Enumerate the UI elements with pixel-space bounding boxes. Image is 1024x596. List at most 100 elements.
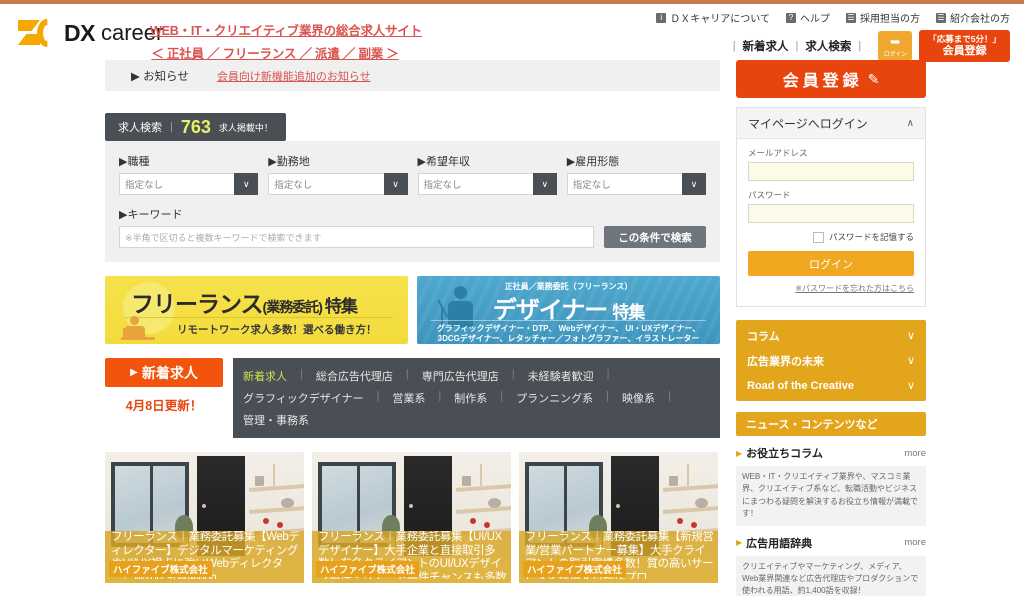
tag-divider: | (511, 368, 515, 380)
remember-password-row[interactable]: パスワードを記憶する (748, 231, 914, 243)
news-more-link[interactable]: more (904, 537, 926, 548)
register-button[interactable]: 「応募まで5分！」 会員登録 (919, 30, 1010, 63)
filter-label-salary: ▶希望年収 (418, 153, 557, 169)
banner-freelance[interactable]: フリーランス(業務委託) 特集 リモートワーク求人多数！選べる働き方！ (105, 276, 408, 344)
filter-triangle-icon: ▶ (268, 156, 277, 168)
password-field[interactable] (748, 204, 914, 223)
job-tag-sales[interactable]: 営業系 (392, 387, 425, 409)
tag-divider: | (438, 390, 442, 402)
filter-employment-type: ▶雇用形態 指定なし ∨ (566, 153, 706, 195)
search-submit-button[interactable]: この条件で検索 (604, 226, 706, 248)
nav-separator: | (732, 40, 736, 53)
news-item-ad-glossary: ▶ 広告用語辞典 more クリエイティブやマーケティング、メディア、Web業界… (736, 535, 926, 596)
job-tag-video[interactable]: 映像系 (622, 387, 655, 409)
job-card[interactable]: フリーランス｜業務委託募集【Webディレクター】デジタルマーケティングやUI/U… (105, 452, 304, 583)
notice-bar: ▶ お知らせ 会員向け新機能追加のお知らせ (105, 60, 720, 91)
login-panel-title: マイページへログイン (748, 116, 868, 131)
accordion-item-column[interactable]: コラム ∨ (736, 323, 926, 348)
notice-link[interactable]: 会員向け新機能追加のお知らせ (217, 68, 371, 84)
news-item-title: 広告用語辞典 (746, 537, 813, 550)
filter-label-text: 雇用形態 (575, 156, 620, 168)
remember-password-label: パスワードを記憶する (828, 232, 914, 242)
utility-label-agency: 紹介会社の方 (950, 14, 1010, 25)
new-jobs-update-date: 4月8日更新！ (105, 395, 223, 414)
chevron-down-icon: ∨ (682, 173, 706, 195)
chevron-down-icon: ∨ (234, 173, 259, 195)
site-logo[interactable]: DX career (18, 18, 163, 48)
job-tag-production[interactable]: 制作系 (454, 387, 487, 409)
filter-label-text: 勤務地 (276, 156, 310, 168)
news-more-link[interactable]: more (904, 448, 926, 459)
new-jobs-button[interactable]: ▶ 新着求人 (105, 358, 223, 387)
play-triangle-icon: ▶ (130, 367, 138, 378)
login-button[interactable]: ➥ ログイン (878, 31, 913, 62)
register-button-sublabel: 「応募まで5分！」 (928, 34, 1001, 44)
utility-link-help[interactable]: ? ヘルプ (786, 10, 830, 25)
chevron-down-icon: ∨ (906, 330, 915, 342)
accordion-item-ad-future[interactable]: 広告業界の未来 ∨ (736, 348, 926, 373)
filter-triangle-icon: ▶ (417, 156, 426, 168)
select-location[interactable]: 指定なし ∨ (268, 173, 408, 195)
login-panel-header[interactable]: マイページへログイン ∧ (737, 108, 925, 139)
forgot-password-link[interactable]: ※パスワードを忘れた方はこちら (748, 283, 914, 294)
job-tag-general-agency[interactable]: 総合広告代理店 (316, 365, 393, 387)
utility-link-about[interactable]: i ＤＸキャリアについて (656, 10, 770, 25)
job-tag-admin-office[interactable]: 管理・事務系 (243, 409, 309, 431)
sidebar-register-button[interactable]: 会員登録 ✎ (736, 60, 926, 98)
job-card[interactable]: フリーランス｜業務委託募集【新規営業/営業パートナー募集】大手クライアントの取引… (519, 452, 718, 583)
tag-divider: | (500, 390, 504, 402)
tag-divider: | (405, 368, 409, 380)
select-salary-value: 指定なし (417, 173, 533, 195)
filter-location: ▶勤務地 指定なし ∨ (268, 153, 408, 195)
email-field[interactable] (748, 162, 914, 181)
login-button-label: ログイン (883, 51, 907, 58)
select-occupation[interactable]: 指定なし ∨ (119, 173, 259, 195)
utility-link-agency[interactable]: ☰ 紹介会社の方 (936, 10, 1010, 25)
feature-banners: フリーランス(業務委託) 特集 リモートワーク求人多数！選べる働き方！ 正社員／業… (105, 276, 720, 344)
search-panel: ▶職種 指定なし ∨ ▶勤務地 指定なし ∨ ▶希望年収 指定なし ∨ ▶雇用形… (105, 141, 720, 262)
banner-divider (431, 320, 706, 321)
job-tag-inexperienced-welcome[interactable]: 未経験者歓迎 (528, 365, 594, 387)
register-button-label: 会員登録 (942, 44, 987, 57)
search-badge-count: 763 (180, 117, 211, 137)
news-item-title-row[interactable]: ▶ お役立ちコラム more (736, 445, 926, 461)
login-panel-body: メールアドレス パスワード パスワードを記憶する ログイン ※パスワードを忘れた… (737, 139, 925, 306)
job-tag-specialist-agency[interactable]: 専門広告代理店 (422, 365, 499, 387)
nav-link-job-search[interactable]: 求人検索 (805, 38, 851, 54)
select-employment-type[interactable]: 指定なし ∨ (566, 173, 706, 195)
news-item-description: WEB・IT・クリエイティブ業界や、マスコミ業界、クリエイティブ系など、転職活動… (736, 466, 926, 526)
header-nav: | 新着求人 | 求人検索 | ➥ ログイン 「応募まで5分！」 会員登録 (726, 30, 1010, 63)
job-tag-graphic-designer[interactable]: グラフィックデザイナー (243, 387, 364, 409)
remember-password-checkbox[interactable] (812, 231, 824, 243)
help-icon: ? (786, 12, 796, 23)
job-tag-new[interactable]: 新着求人 (243, 365, 287, 387)
chevron-down-icon: ∨ (383, 173, 408, 195)
search-input[interactable]: ※半角で区切ると複数キーワードで検索できます (119, 226, 594, 248)
accordion-label-road-creative: Road of the Creative (747, 379, 854, 392)
tag-divider: | (300, 368, 303, 380)
keyword-label-text: キーワード (127, 209, 183, 221)
accordion-item-road-creative[interactable]: Road of the Creative ∨ (736, 373, 926, 398)
banner-designer[interactable]: 正社員／業務委託（フリーランス） デザイナー 特集 グラフィックデザイナー・DTP… (417, 276, 720, 344)
header-utility-links: i ＤＸキャリアについて ? ヘルプ ☰ 採用担当の方 ☰ 紹介会社の方 (656, 10, 1010, 25)
desk-person-icon (121, 316, 161, 342)
select-employment-type-value: 指定なし (566, 173, 682, 195)
news-item-title-row[interactable]: ▶ 広告用語辞典 more (736, 535, 926, 551)
site-tagline[interactable]: WEB・IT・クリエイティブ業界の総合求人サイト ＜ 正社員 ／ フリーランス … (150, 20, 422, 62)
chevron-up-icon: ∧ (906, 117, 914, 129)
page-root: DX career WEB・IT・クリエイティブ業界の総合求人サイト ＜ 正社員… (0, 0, 1024, 596)
nav-link-new-jobs[interactable]: 新着求人 (743, 38, 789, 54)
job-tag-planning[interactable]: プランニング系 (516, 387, 593, 409)
job-card-company: ハイファイブ株式会社 (109, 561, 212, 577)
nav-separator: | (858, 40, 862, 53)
job-card-company: ハイファイブ株式会社 (316, 561, 419, 577)
news-item-label: ▶ 広告用語辞典 (736, 535, 812, 551)
search-badge-separator: | (170, 121, 173, 133)
tag-divider: | (606, 368, 610, 380)
utility-link-recruiter[interactable]: ☰ 採用担当の方 (846, 10, 920, 25)
info-icon: i (656, 12, 667, 23)
job-card[interactable]: フリーランス｜業務委託募集【UI/UXデザイナー】大手企業と直接取引多数！有名ク… (312, 452, 511, 583)
chevron-down-icon: ∨ (532, 173, 557, 195)
login-submit-button[interactable]: ログイン (748, 251, 914, 276)
select-salary[interactable]: 指定なし ∨ (417, 173, 557, 195)
